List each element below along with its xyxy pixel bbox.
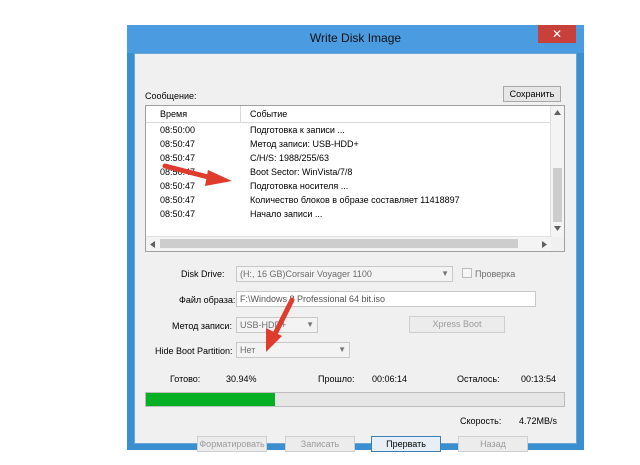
- arrow-to-progress-icon: [266, 297, 295, 352]
- annotation-overlay: [162, 163, 295, 352]
- arrow-to-block-count-icon: [162, 163, 232, 186]
